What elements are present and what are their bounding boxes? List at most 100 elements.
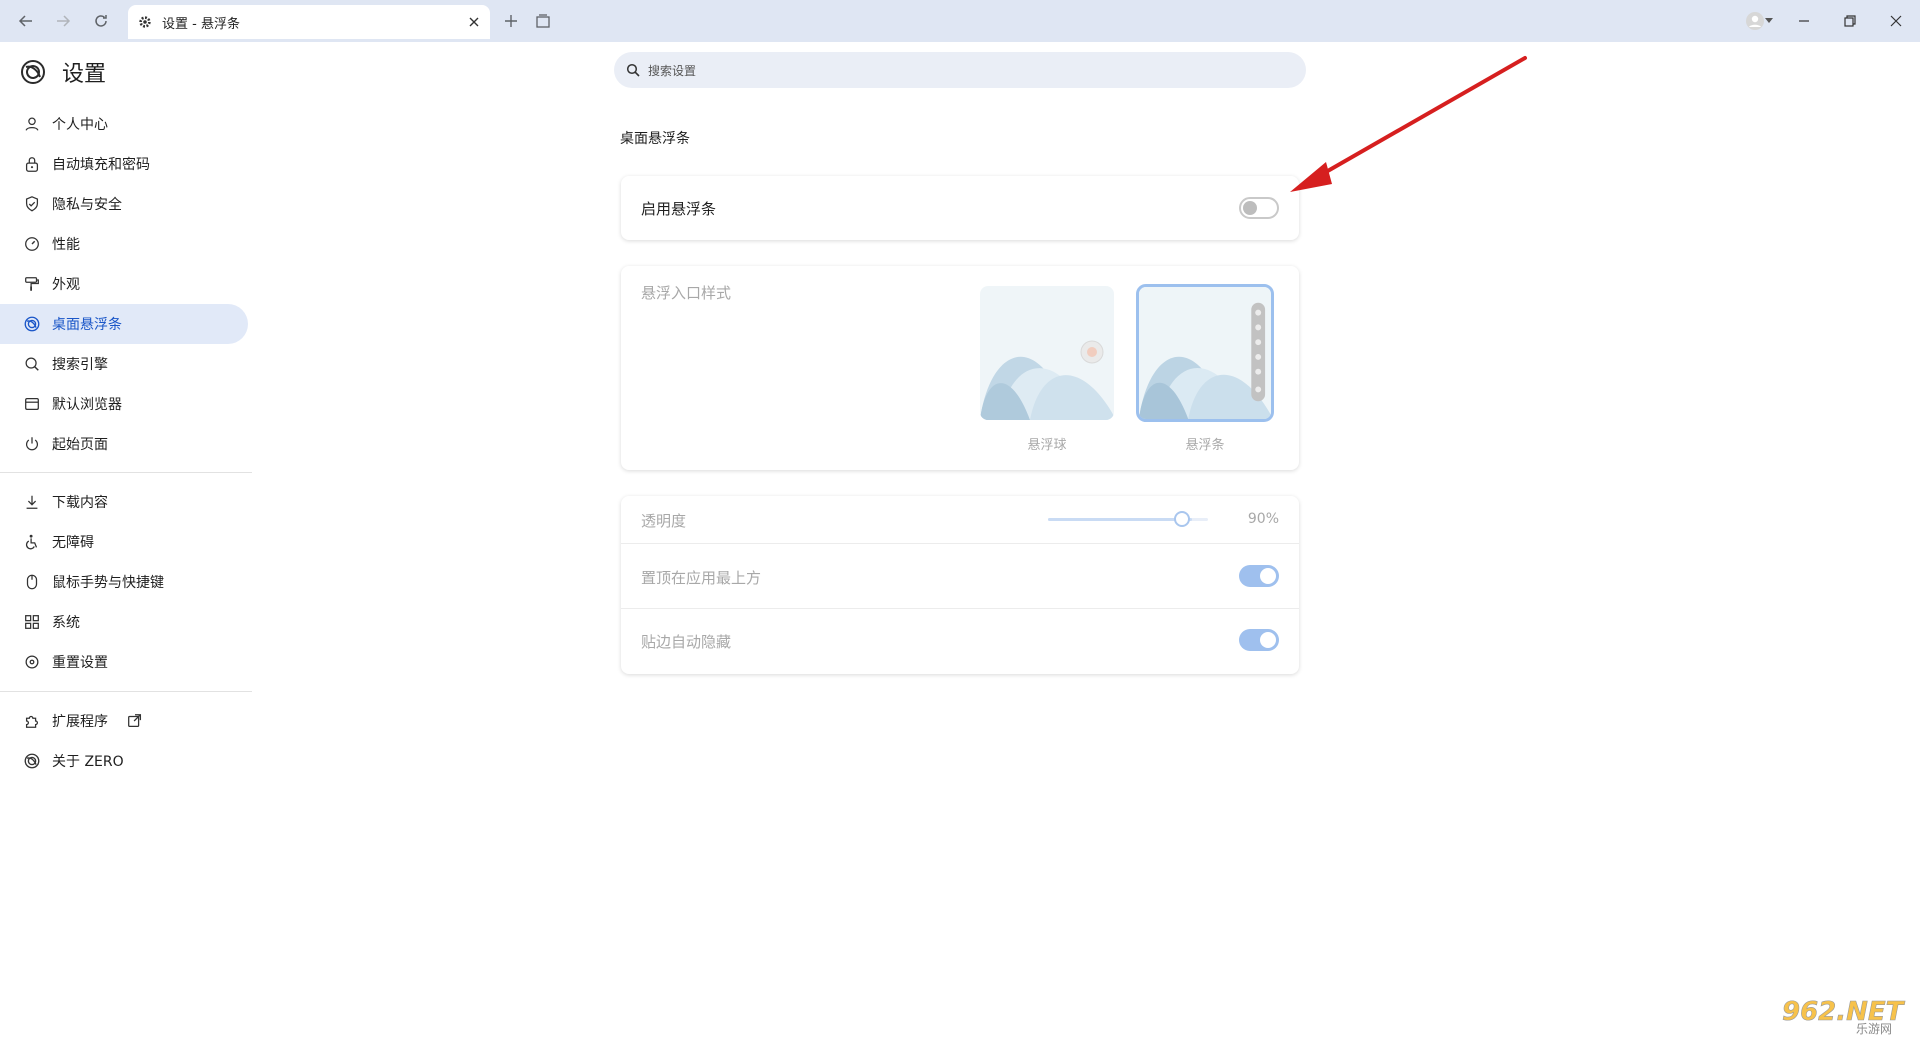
sidebar-item-label: 无障碍	[52, 535, 94, 551]
sidebar-item-grid-3[interactable]: 系统	[0, 602, 248, 642]
sidebar-item-label: 自动填充和密码	[52, 157, 150, 173]
browser-icon	[25, 397, 39, 411]
sidebar-item-zero-logo-1[interactable]: 关于 ZERO	[0, 741, 248, 781]
sidebar-item-lock-1[interactable]: 自动填充和密码	[0, 144, 248, 184]
sidebar-item-label: 隐私与安全	[52, 197, 122, 213]
settings-brand: 设置	[20, 56, 106, 88]
sidebar-item-label: 搜索引擎	[52, 357, 108, 373]
opacity-slider-fill	[1048, 518, 1192, 521]
arrow-left-icon	[18, 15, 32, 27]
nav-icon	[22, 154, 42, 174]
enable-toggle[interactable]	[1239, 197, 1279, 219]
external-link[interactable]	[126, 712, 144, 730]
external-link-icon	[128, 714, 142, 728]
nav-icon	[22, 572, 42, 592]
watermark-logo: 962.NET 乐游网	[1778, 992, 1914, 1036]
shield-icon	[25, 196, 39, 212]
sidebar-item-label: 重置设置	[52, 655, 108, 671]
back-button[interactable]	[14, 9, 38, 33]
chevron-down-icon	[1765, 18, 1773, 23]
sidebar-item-label: 鼠标手势与快捷键	[52, 575, 164, 591]
opacity-slider[interactable]	[1048, 511, 1208, 527]
paint-roller-icon	[25, 277, 39, 291]
sidebar-item-search-6[interactable]: 搜索引擎	[0, 344, 248, 384]
enable-card: 启用悬浮条	[621, 176, 1299, 240]
sidebar-item-reset-4[interactable]: 重置设置	[0, 642, 248, 682]
nav-icon	[22, 612, 42, 632]
nav-icon	[22, 652, 42, 672]
arrow-right-icon	[57, 15, 71, 27]
sidebar-item-mouse-2[interactable]: 鼠标手势与快捷键	[0, 562, 248, 602]
grid-icon	[25, 615, 39, 629]
accessibility-icon	[25, 534, 38, 550]
forward-button[interactable]	[51, 9, 75, 33]
profile-button[interactable]	[1740, 9, 1778, 33]
close-icon[interactable]	[468, 16, 480, 28]
search-icon	[626, 63, 640, 77]
minimize-button[interactable]	[1792, 9, 1816, 33]
sidebar-item-download-0[interactable]: 下载内容	[0, 482, 248, 522]
sidebar-item-power-8[interactable]: 起始页面	[0, 424, 248, 464]
window-close-button[interactable]	[1884, 9, 1908, 33]
sidebar-item-label: 扩展程序	[52, 714, 108, 730]
search-icon	[25, 357, 39, 371]
enable-label: 启用悬浮条	[641, 200, 717, 218]
gauge-icon	[25, 237, 39, 251]
sidebar-item-accessibility-1[interactable]: 无障碍	[0, 522, 248, 562]
tab-manager-icon	[536, 14, 550, 28]
sidebar-item-label: 系统	[52, 615, 80, 631]
sidebar-item-person-0[interactable]: 个人中心	[0, 104, 248, 144]
avatar-icon	[1746, 12, 1764, 30]
reload-button[interactable]	[89, 9, 113, 33]
auto-hide-label: 贴边自动隐藏	[641, 633, 732, 651]
close-icon	[1890, 15, 1902, 27]
mouse-icon	[26, 574, 38, 590]
sidebar-divider	[0, 472, 252, 473]
auto-hide-toggle[interactable]	[1239, 629, 1279, 651]
annotation-arrow	[1290, 56, 1527, 192]
nav-icon	[22, 274, 42, 294]
zero-logo-icon	[21, 60, 45, 84]
nav-icon	[22, 434, 42, 454]
sidebar-item-label: 桌面悬浮条	[52, 317, 122, 333]
search-input[interactable]: 搜索设置	[614, 52, 1306, 88]
nav-icon	[22, 354, 42, 374]
gear-icon	[139, 16, 151, 28]
search-placeholder: 搜索设置	[648, 63, 697, 78]
browser-tab[interactable]: 设置 - 悬浮条	[128, 5, 490, 39]
toggle-knob	[1243, 201, 1257, 215]
minimize-icon	[1799, 20, 1809, 22]
sidebar-item-label: 个人中心	[52, 117, 108, 133]
nav-icon	[22, 532, 42, 552]
style-option-bar[interactable]	[1136, 284, 1274, 422]
nav-icon	[22, 314, 42, 334]
zero-logo-icon	[24, 316, 40, 332]
person-icon	[25, 117, 39, 131]
sidebar-item-zero-logo-5[interactable]: 桌面悬浮条	[0, 304, 248, 344]
sidebar-item-browser-7[interactable]: 默认浏览器	[0, 384, 248, 424]
style-option-ball[interactable]	[980, 286, 1114, 420]
sidebar-item-puzzle-0[interactable]: 扩展程序	[0, 701, 248, 741]
settings-sidebar: 设置 个人中心自动填充和密码 隐私与安全性能 外观桌面悬浮条搜索引擎默认浏览器起始页…	[0, 42, 252, 1040]
restore-button[interactable]	[1838, 9, 1862, 33]
style-option-ball-label: 悬浮球	[1027, 438, 1067, 453]
sidebar-item-shield-2[interactable]: 隐私与安全	[0, 184, 248, 224]
sidebar-item-label: 起始页面	[52, 437, 108, 453]
pin-top-toggle[interactable]	[1239, 565, 1279, 587]
opacity-slider-thumb[interactable]	[1174, 511, 1190, 527]
sidebar-item-gauge-3[interactable]: 性能	[0, 224, 248, 264]
plus-icon	[505, 15, 517, 27]
browser-titlebar: 设置 - 悬浮条	[0, 0, 1920, 42]
nav-icon	[22, 492, 42, 512]
pin-top-label: 置顶在应用最上方	[641, 569, 762, 587]
style-card: 悬浮入口样式 悬浮球 悬浮条	[621, 266, 1299, 470]
nav-icon	[22, 194, 42, 214]
row-divider	[621, 608, 1299, 609]
nav-icon	[22, 234, 42, 254]
tab-manager-button[interactable]	[531, 9, 555, 33]
sidebar-item-paint-roller-4[interactable]: 外观	[0, 264, 248, 304]
wallpaper-thumbnail	[980, 286, 1114, 420]
opacity-value: 90%	[1247, 511, 1279, 527]
new-tab-button[interactable]	[499, 9, 523, 33]
zero-logo-icon	[24, 753, 40, 769]
